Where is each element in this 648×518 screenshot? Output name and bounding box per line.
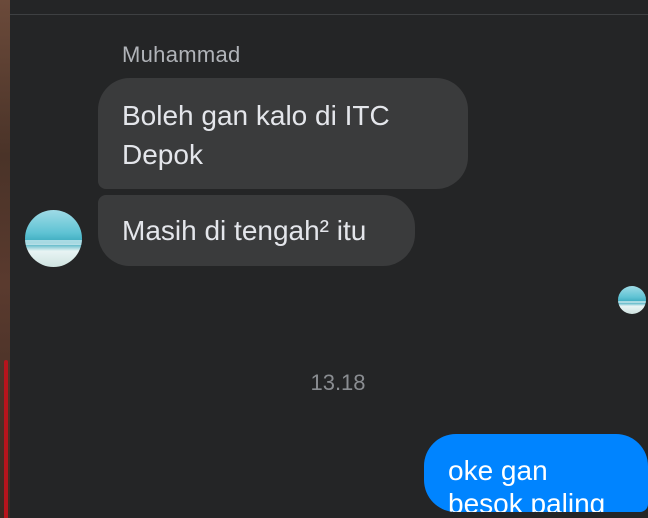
seen-receipt-avatar (618, 286, 646, 314)
chat-window: Muhammad Boleh gan kalo di ITC Depok Mas… (0, 0, 648, 518)
background-edge (0, 0, 10, 518)
incoming-message-bubble[interactable]: Boleh gan kalo di ITC Depok (98, 78, 468, 189)
sender-name: Muhammad (122, 42, 241, 67)
sender-avatar[interactable] (25, 210, 82, 267)
incoming-message-bubble[interactable]: Masih di tengah² itu (98, 195, 415, 266)
outgoing-message-bubble[interactable]: oke gan besok paling (424, 434, 648, 512)
header-divider (10, 0, 648, 15)
bottom-clip (10, 512, 648, 518)
message-timestamp: 13.18 (310, 370, 366, 395)
